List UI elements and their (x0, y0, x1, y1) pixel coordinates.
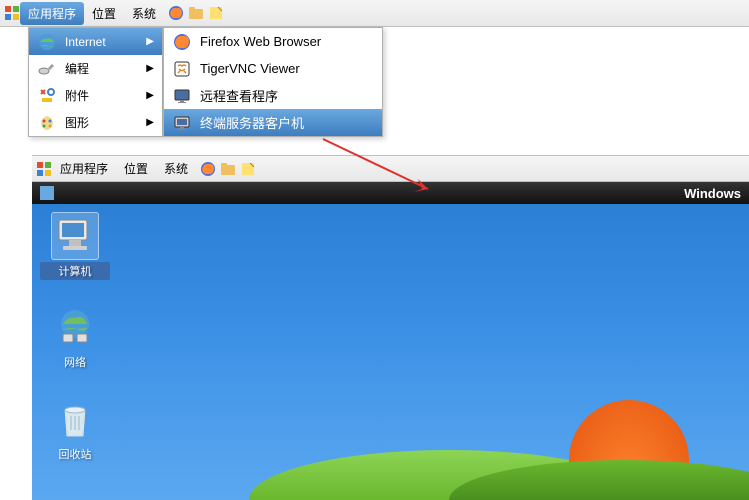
menu2-applications[interactable]: 应用程序 (52, 157, 116, 180)
firefox-launcher-icon[interactable] (168, 5, 184, 21)
menu2-system-label: 系统 (164, 160, 188, 177)
chevron-right-icon: ▶ (146, 90, 154, 101)
remote-desktop[interactable]: 计算机 网络 回收站 (32, 204, 749, 500)
inner-menubar: 应用程序 位置 系统 (32, 155, 749, 182)
submenu-tigervnc[interactable]: TigerVNC Viewer (164, 55, 382, 82)
menu-system-label: 系统 (132, 5, 156, 22)
dropdown-accessories[interactable]: 附件 ▶ (29, 82, 162, 109)
submenu-tigervnc-label: TigerVNC Viewer (200, 61, 300, 76)
tigervnc-icon (172, 59, 192, 79)
dropdown-graphics[interactable]: 图形 ▶ (29, 109, 162, 136)
file-manager-icon[interactable] (220, 161, 236, 177)
window-icon (40, 186, 54, 200)
submenu-remote-viewer-label: 远程查看程序 (200, 86, 278, 105)
desktop-computer[interactable]: 计算机 (40, 212, 110, 280)
terminal-server-icon (172, 113, 192, 133)
computer-icon (51, 212, 99, 260)
dropdown-internet-label: Internet (65, 35, 106, 49)
submenu-terminal-server-label: 终端服务器客户机 (200, 113, 304, 132)
graphics-icon (37, 113, 57, 133)
dropdown-internet[interactable]: Internet ▶ (29, 28, 162, 55)
applications-icon (36, 161, 52, 177)
globe-icon (37, 32, 57, 52)
notes-icon[interactable] (208, 5, 224, 21)
dropdown-programming-label: 编程 (65, 60, 89, 77)
submenu-remote-viewer[interactable]: 远程查看程序 (164, 82, 382, 109)
menu2-places-label: 位置 (124, 160, 148, 177)
file-manager-icon[interactable] (188, 5, 204, 21)
window-title: Windows (684, 186, 741, 201)
accessories-icon (37, 86, 57, 106)
chevron-right-icon: ▶ (146, 63, 154, 74)
desktop-network-label: 网络 (40, 354, 110, 370)
notes-icon[interactable] (240, 161, 256, 177)
menu2-places[interactable]: 位置 (116, 157, 156, 180)
submenu-firefox-label: Firefox Web Browser (200, 34, 321, 49)
top-menubar: 应用程序 位置 系统 (0, 0, 749, 27)
menu2-applications-label: 应用程序 (60, 160, 108, 177)
applications-dropdown: Internet ▶ 编程 ▶ 附件 ▶ 图形 ▶ (28, 27, 163, 137)
monitor-icon (172, 86, 192, 106)
firefox-icon (172, 32, 192, 52)
dropdown-graphics-label: 图形 (65, 114, 89, 131)
dropdown-accessories-label: 附件 (65, 87, 89, 104)
menu-system[interactable]: 系统 (124, 2, 164, 25)
menu-applications-label: 应用程序 (28, 5, 76, 22)
desktop-computer-label: 计算机 (40, 262, 110, 280)
firefox-launcher-icon[interactable] (200, 161, 216, 177)
recycle-bin-icon (51, 396, 99, 444)
menu-places[interactable]: 位置 (84, 2, 124, 25)
desktop-wallpaper-decoration (32, 440, 749, 500)
chevron-right-icon: ▶ (146, 117, 154, 128)
applications-icon (4, 5, 20, 21)
menu-places-label: 位置 (92, 5, 116, 22)
programming-icon (37, 59, 57, 79)
submenu-firefox[interactable]: Firefox Web Browser (164, 28, 382, 55)
network-icon (51, 304, 99, 352)
window-titlebar[interactable]: Windows (32, 182, 749, 204)
chevron-right-icon: ▶ (146, 36, 154, 47)
menu-applications[interactable]: 应用程序 (20, 2, 84, 25)
dropdown-programming[interactable]: 编程 ▶ (29, 55, 162, 82)
desktop-network[interactable]: 网络 (40, 304, 110, 370)
submenu-terminal-server[interactable]: 终端服务器客户机 (164, 109, 382, 136)
internet-submenu: Firefox Web Browser TigerVNC Viewer 远程查看… (163, 27, 383, 137)
menu2-system[interactable]: 系统 (156, 157, 196, 180)
